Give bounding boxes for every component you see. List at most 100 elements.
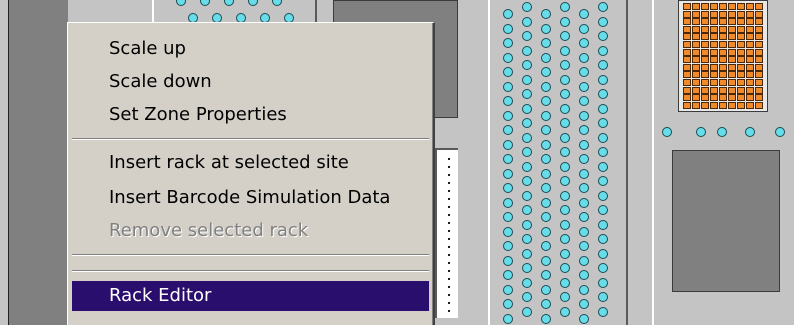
tube-position[interactable]	[710, 3, 718, 10]
tube-position[interactable]	[683, 94, 691, 102]
well[interactable]	[541, 284, 551, 295]
tube-position[interactable]	[701, 94, 709, 102]
tube-position[interactable]	[683, 41, 691, 48]
tube-position[interactable]	[746, 63, 754, 71]
tube-position[interactable]	[719, 94, 727, 102]
well[interactable]	[560, 2, 570, 12]
tube-position[interactable]	[755, 10, 763, 18]
well[interactable]	[560, 248, 570, 259]
well[interactable]	[579, 139, 589, 150]
tube-position[interactable]	[710, 86, 718, 94]
tube-position[interactable]	[692, 41, 700, 48]
well[interactable]	[541, 52, 551, 63]
tube-position[interactable]	[710, 25, 718, 33]
well[interactable]	[503, 23, 513, 34]
right-rack-panel[interactable]	[672, 150, 780, 292]
well[interactable]	[560, 89, 570, 99]
tube-position[interactable]	[683, 79, 691, 86]
well[interactable]	[579, 226, 589, 237]
well[interactable]	[598, 234, 608, 244]
well[interactable]	[579, 81, 589, 92]
well[interactable]	[579, 212, 589, 222]
tube-position[interactable]	[755, 63, 763, 71]
well[interactable]	[598, 60, 608, 70]
well[interactable]	[541, 154, 551, 164]
well[interactable]	[503, 52, 513, 63]
tube-position[interactable]	[692, 10, 700, 18]
tube-position[interactable]	[728, 25, 736, 33]
tube-position[interactable]	[719, 79, 727, 86]
well[interactable]	[522, 161, 532, 172]
well[interactable]	[579, 183, 589, 193]
well[interactable]	[541, 38, 551, 48]
well[interactable]	[560, 205, 570, 215]
tube-position[interactable]	[737, 71, 745, 79]
tube-position[interactable]	[755, 56, 763, 64]
well[interactable]	[503, 270, 513, 280]
well[interactable]	[503, 110, 513, 121]
tube-position[interactable]	[737, 94, 745, 102]
well[interactable]	[541, 125, 551, 135]
tube-position[interactable]	[737, 86, 745, 94]
tube-position[interactable]	[710, 48, 718, 56]
tube-position[interactable]	[692, 3, 700, 10]
tube-position[interactable]	[755, 18, 763, 26]
tube-position[interactable]	[692, 79, 700, 86]
well[interactable]	[598, 132, 608, 143]
well[interactable]	[522, 31, 532, 41]
well[interactable]	[579, 38, 589, 48]
tube-position[interactable]	[701, 71, 709, 79]
well[interactable]	[522, 292, 532, 302]
tube-position[interactable]	[755, 48, 763, 56]
well[interactable]	[579, 96, 589, 106]
well[interactable]	[522, 176, 532, 186]
well[interactable]	[522, 306, 532, 317]
well[interactable]	[522, 2, 532, 12]
well[interactable]	[522, 190, 532, 201]
well[interactable]	[541, 241, 551, 251]
tube-position[interactable]	[692, 33, 700, 41]
tube-rack[interactable]	[678, 0, 768, 112]
well[interactable]	[745, 127, 755, 137]
well[interactable]	[598, 161, 608, 172]
left-rack-panel[interactable]	[8, 0, 68, 325]
well[interactable]	[522, 16, 532, 27]
menu-item-insert-barcode-simulation-data[interactable]: Insert Barcode Simulation Data	[72, 183, 429, 213]
well[interactable]	[598, 205, 608, 215]
tube-position[interactable]	[728, 71, 736, 79]
menu-item-rack-editor[interactable]: Rack Editor	[72, 281, 429, 311]
well[interactable]	[541, 168, 551, 179]
tube-position[interactable]	[728, 63, 736, 71]
well[interactable]	[541, 299, 551, 309]
well[interactable]	[503, 241, 513, 251]
well[interactable]	[598, 45, 608, 56]
tube-position[interactable]	[710, 41, 718, 48]
menu-item-scale-up[interactable]: Scale up	[72, 34, 429, 64]
well[interactable]	[541, 255, 551, 266]
well[interactable]	[503, 154, 513, 164]
well[interactable]	[503, 255, 513, 266]
well[interactable]	[503, 38, 513, 48]
well[interactable]	[598, 292, 608, 302]
tube-position[interactable]	[737, 25, 745, 33]
tube-position[interactable]	[719, 63, 727, 71]
well[interactable]	[579, 23, 589, 34]
well[interactable]	[598, 190, 608, 201]
well[interactable]	[598, 248, 608, 259]
tube-position[interactable]	[710, 71, 718, 79]
tube-position[interactable]	[755, 41, 763, 48]
tube-position[interactable]	[728, 18, 736, 26]
well[interactable]	[560, 292, 570, 302]
menu-item-scale-down[interactable]: Scale down	[72, 67, 429, 97]
tube-position[interactable]	[737, 33, 745, 41]
well[interactable]	[560, 45, 570, 56]
tube-position[interactable]	[683, 63, 691, 71]
well[interactable]	[560, 190, 570, 201]
well[interactable]	[541, 96, 551, 106]
tube-position[interactable]	[710, 101, 718, 109]
tube-position[interactable]	[719, 33, 727, 41]
well[interactable]	[560, 74, 570, 85]
tube-position[interactable]	[710, 18, 718, 26]
well[interactable]	[579, 197, 589, 208]
tube-position[interactable]	[728, 33, 736, 41]
